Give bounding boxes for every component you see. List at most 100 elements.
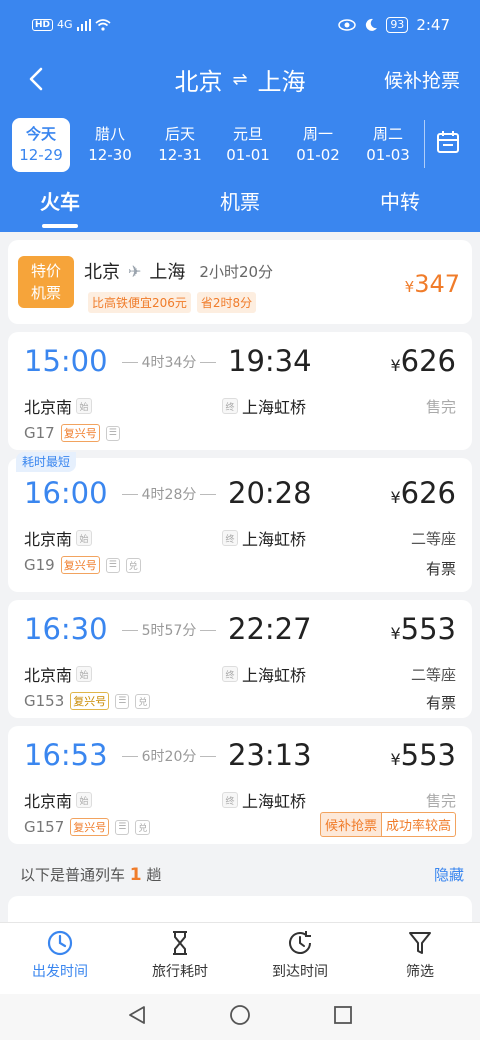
- waitlist-button[interactable]: 候补抢票: [384, 66, 460, 93]
- tab-flight[interactable]: 机票: [180, 186, 300, 215]
- nav-travel-duration[interactable]: 旅行耗时: [120, 929, 240, 981]
- promo-from: 北京: [84, 262, 120, 283]
- section-prefix: 以下是普通列车: [20, 866, 126, 884]
- yen-symbol: ¥: [390, 624, 401, 643]
- availability: 有票: [425, 560, 456, 578]
- date-value: 01-02: [296, 146, 340, 164]
- wifi-icon: [95, 18, 111, 31]
- date-item[interactable]: 后天 12-31: [150, 118, 210, 172]
- moon-icon: [366, 18, 378, 31]
- promo-duration: 2小时20分: [199, 262, 274, 281]
- train-info: G153 复兴号 ☰ 兑: [24, 692, 151, 710]
- hourglass-icon: [173, 931, 187, 955]
- to-station: 终上海虹桥: [222, 662, 306, 686]
- nav-departure-time[interactable]: 出发时间: [0, 929, 120, 981]
- duration-text: 4时34分: [141, 355, 197, 371]
- status-bar: HD 4G 93 2:47: [0, 0, 480, 54]
- waitlist-tag[interactable]: 候补抢票 成功率较高: [319, 812, 456, 837]
- promo-badge: 特价 机票: [18, 256, 74, 308]
- departure-time: 16:00: [24, 476, 108, 510]
- date-value: 12-31: [158, 146, 202, 164]
- exchange-icon: 兑: [135, 693, 151, 709]
- train-info: G19 复兴号 ☰ 兑: [24, 556, 141, 574]
- top-bar: 北京 ⇌ 上海 候补抢票: [0, 56, 480, 102]
- status-left: HD 4G: [32, 18, 111, 31]
- nav-label: 出发时间: [32, 964, 88, 980]
- seat-map-icon: ☰: [105, 557, 120, 573]
- fastest-badge: 耗时最短: [16, 452, 77, 472]
- promo-flight-card[interactable]: 特价 机票 北京 ✈ 上海 2小时20分 比高铁便宜206元 省2时8分 ¥34…: [8, 240, 472, 324]
- train-card[interactable]: 耗时最短 16:00 4时28分 20:28 ¥626 北京南始 终上海虹桥 二…: [8, 452, 472, 592]
- yen-symbol: ¥: [390, 750, 401, 769]
- from-station: 北京南始: [24, 662, 93, 686]
- back-triangle-icon[interactable]: [126, 1004, 148, 1026]
- arrival-time: 22:27: [228, 612, 312, 646]
- seat-class: 二等座: [410, 530, 456, 548]
- price-value: 626: [400, 344, 456, 378]
- date-item[interactable]: 腊八 12-30: [80, 118, 140, 172]
- promo-badge-line1: 特价: [30, 262, 61, 280]
- to-station-name: 上海虹桥: [242, 666, 307, 685]
- seat-map-icon: ☰: [115, 693, 130, 709]
- price-value: 553: [400, 738, 456, 772]
- terminal-mark: 终: [222, 666, 238, 682]
- date-label: 后天: [164, 125, 195, 143]
- to-station-name: 上海虹桥: [242, 792, 307, 811]
- calendar-icon: [437, 131, 459, 153]
- recents-square-icon[interactable]: [332, 1004, 354, 1026]
- system-nav-bar: [0, 994, 480, 1040]
- train-number: G157: [24, 818, 65, 836]
- date-label: 今天: [25, 125, 56, 143]
- seat-map-icon: ☰: [105, 425, 120, 441]
- hide-link[interactable]: 隐藏: [434, 864, 464, 885]
- date-item[interactable]: 周一 01-02: [288, 118, 348, 172]
- nav-label: 筛选: [406, 964, 434, 980]
- arrival-time: 20:28: [228, 476, 312, 510]
- hd-icon: HD: [32, 18, 54, 31]
- price: ¥626: [390, 476, 456, 510]
- train-card[interactable]: 16:53 6时20分 23:13 ¥553 北京南始 终上海虹桥 售完 候补抢…: [8, 726, 472, 844]
- date-label: 腊八: [94, 125, 125, 143]
- swap-icon[interactable]: ⇌: [232, 69, 247, 90]
- date-value: 12-30: [88, 146, 132, 164]
- from-station-name: 北京南: [24, 530, 73, 549]
- train-card[interactable]: 16:30 5时57分 22:27 ¥553 北京南始 终上海虹桥 二等座 有票…: [8, 600, 472, 718]
- date-value: 12-29: [19, 146, 63, 164]
- origin-mark: 始: [76, 792, 93, 808]
- clock-arrow-icon: [289, 931, 311, 954]
- train-type-badge: 复兴号: [70, 692, 110, 710]
- nav-arrival-time[interactable]: 到达时间: [240, 929, 360, 981]
- promo-route: 北京 ✈ 上海 2小时20分: [84, 258, 273, 284]
- home-circle-icon[interactable]: [229, 1004, 251, 1026]
- duration-text: 5时57分: [141, 623, 197, 639]
- arrival-time: 19:34: [228, 344, 312, 378]
- departure-time: 15:00: [24, 344, 108, 378]
- waitlist-tag-rate: 成功率较高: [381, 812, 456, 837]
- tab-train[interactable]: 火车: [0, 186, 120, 215]
- tab-bar: 火车 机票 中转: [0, 186, 480, 232]
- results-list[interactable]: 特价 机票 北京 ✈ 上海 2小时20分 比高铁便宜206元 省2时8分 ¥34…: [0, 232, 480, 922]
- train-card-partial[interactable]: [8, 896, 472, 922]
- tab-transfer[interactable]: 中转: [340, 186, 460, 215]
- signal-label: 4G: [57, 18, 73, 31]
- train-type-badge: 复兴号: [60, 556, 100, 574]
- date-item[interactable]: 元旦 01-01: [218, 118, 278, 172]
- duration: 4时28分: [114, 484, 224, 504]
- yen-symbol: ¥: [390, 488, 401, 507]
- plane-icon: ✈: [128, 261, 142, 281]
- section-suffix: 趟: [146, 866, 162, 884]
- section-header: 以下是普通列车 1 趟: [20, 864, 161, 885]
- nav-label: 旅行耗时: [152, 964, 208, 980]
- divider: [424, 120, 425, 168]
- tab-indicator: [42, 224, 78, 228]
- to-station-name: 上海虹桥: [242, 530, 307, 549]
- nav-filter[interactable]: 筛选: [360, 929, 480, 981]
- date-label: 元旦: [232, 125, 263, 143]
- yen-symbol: ¥: [404, 278, 415, 296]
- date-item[interactable]: 周二 01-03: [358, 118, 418, 172]
- calendar-button[interactable]: [436, 130, 468, 160]
- clock-icon: [47, 930, 73, 956]
- promo-tag: 比高铁便宜206元: [88, 292, 191, 313]
- train-card[interactable]: 15:00 4时34分 19:34 ¥626 北京南始 终上海虹桥 售完 G17…: [8, 332, 472, 450]
- date-item-today[interactable]: 今天 12-29: [12, 118, 70, 172]
